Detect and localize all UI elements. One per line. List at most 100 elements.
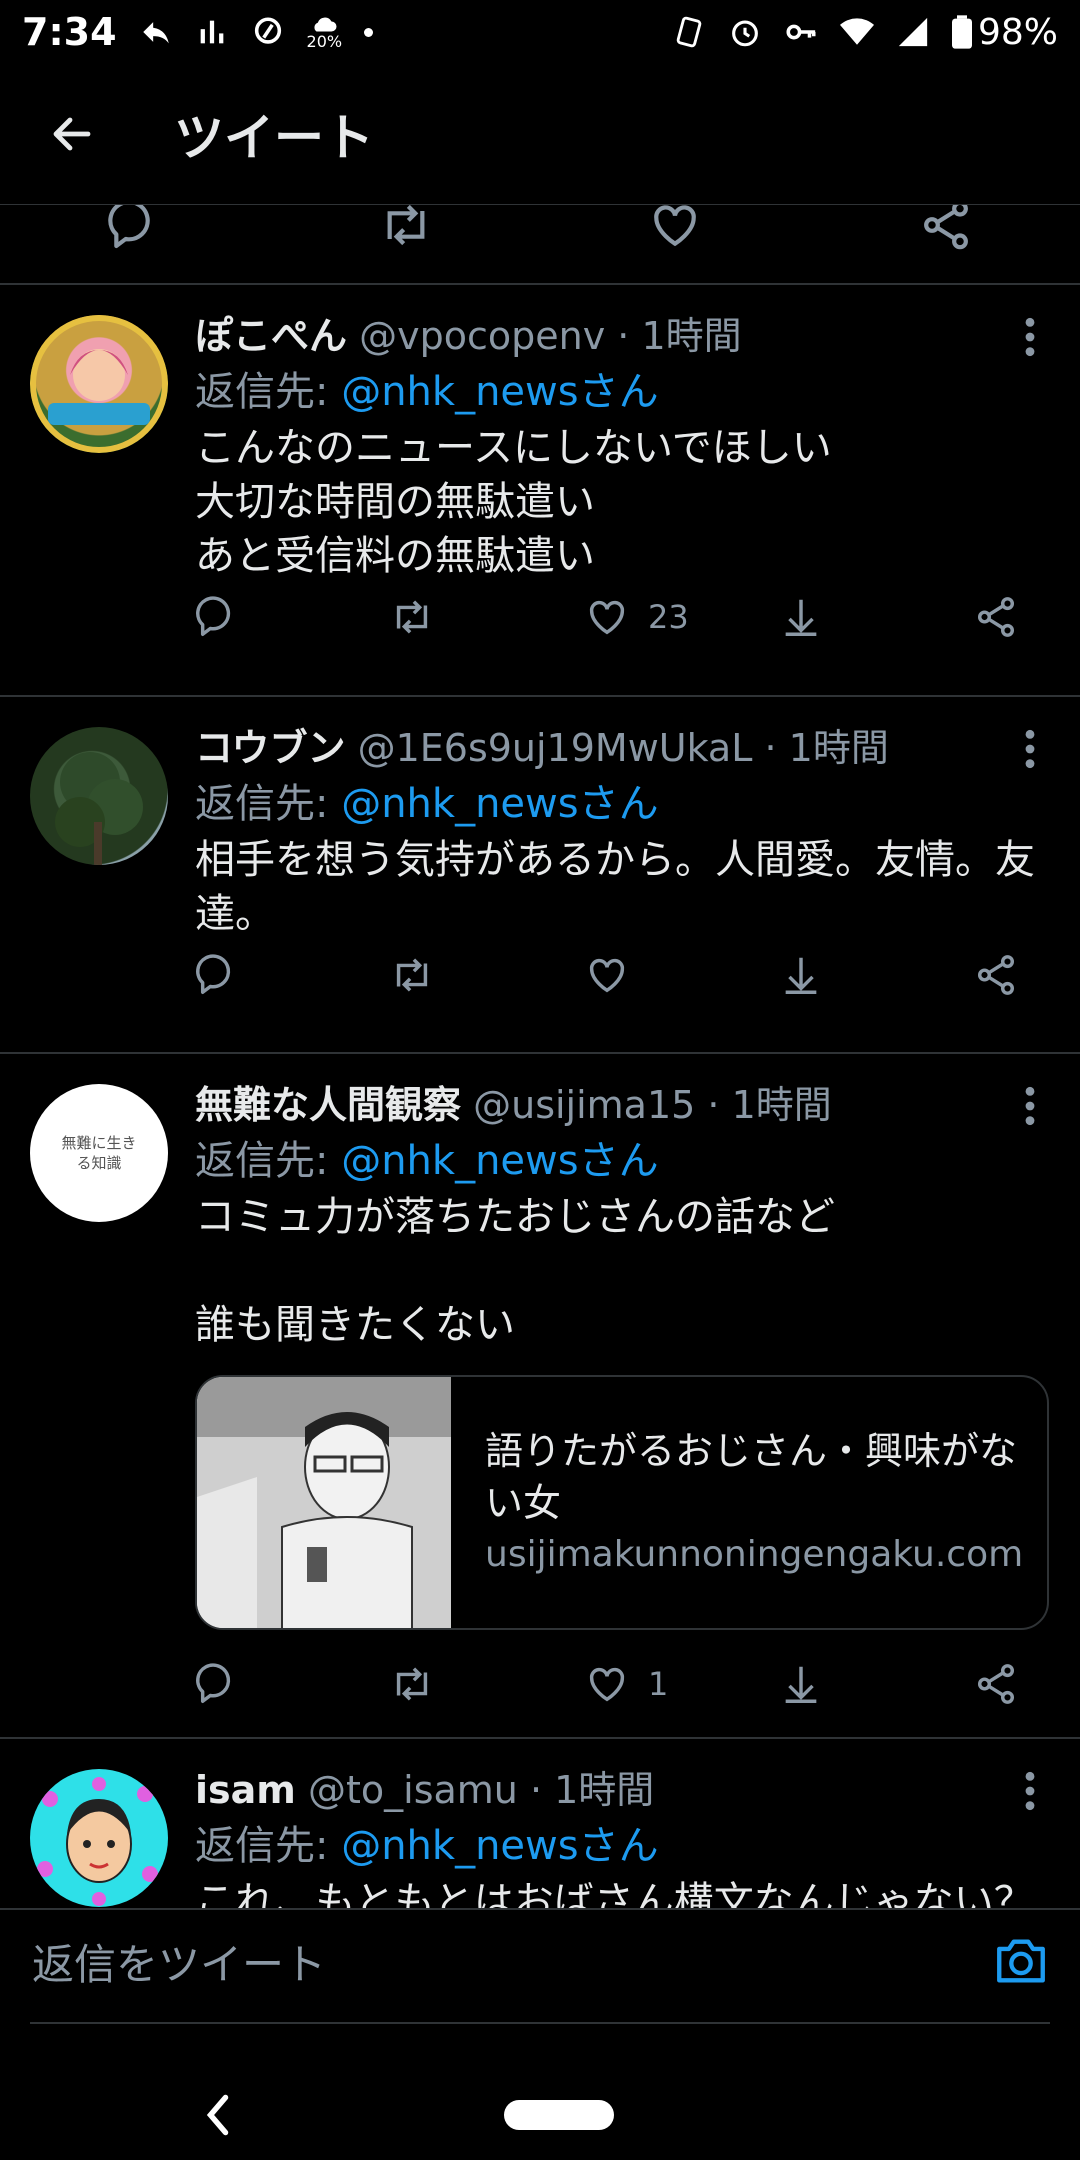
more-options-icon[interactable] (1012, 315, 1048, 359)
user-handle[interactable]: @usijima15 (473, 1083, 695, 1127)
tweet-item[interactable]: ぽこぺん @vpocopenv · 1時間 返信先: @nhk_newsさん こ… (0, 285, 1080, 697)
tweet-time[interactable]: 1時間 (554, 1768, 654, 1812)
home-pill[interactable] (504, 2100, 614, 2130)
retweet-button[interactable] (389, 945, 435, 1005)
down-arrow-icon (785, 599, 817, 636)
retweet-icon (396, 1667, 428, 1701)
share-icon (977, 1664, 1015, 1704)
separator-dot: · (752, 726, 789, 770)
link-card[interactable]: 語りたがるおじさん・興味がない女 usijimakunnoningengaku.… (195, 1375, 1049, 1630)
like-icon (589, 600, 625, 635)
user-handle[interactable]: @vpocopenv (359, 314, 605, 358)
share-icon[interactable] (918, 205, 974, 253)
like-button[interactable]: 1 (584, 1654, 668, 1714)
back-button[interactable] (32, 94, 112, 174)
top-bar: ツイート (0, 64, 1080, 205)
link-card-domain: usijimakunnoningengaku.com (485, 1534, 1024, 1575)
like-icon[interactable] (647, 205, 703, 253)
more-notifications-dot (364, 27, 374, 37)
reply-context: 返信先: @nhk_newsさん (195, 1819, 1050, 1873)
reply-context: 返信先: @nhk_newsさん (195, 1134, 1050, 1188)
downvote-button[interactable] (778, 945, 824, 1005)
down-arrow-icon (785, 957, 817, 994)
tweet-actions: 23 (195, 587, 1050, 647)
reply-prefix: 返信先: (195, 781, 342, 827)
reply-mention[interactable]: @nhk_newsさん (341, 781, 658, 827)
tweet-time[interactable]: 1時間 (789, 726, 889, 770)
tree-photo (55, 752, 143, 865)
arrow-left-icon (53, 117, 91, 151)
nfc-icon (676, 16, 702, 48)
reply-button[interactable] (195, 587, 241, 647)
manga-illustration (197, 1377, 451, 1628)
reply-context: 返信先: @nhk_newsさん (195, 365, 1050, 419)
more-options-icon[interactable] (1012, 1769, 1048, 1813)
like-icon (589, 958, 625, 993)
downvote-button[interactable] (778, 587, 824, 647)
tweet-text: コミュ力が落ちたおじさんの話など 誰も聞きたくない (195, 1194, 835, 1348)
reply-icon (196, 596, 231, 636)
tweet-text: 相手を想う気持があるから。人間愛。友情。友 達。 (195, 837, 1035, 937)
reply-button[interactable] (195, 945, 241, 1005)
display-name[interactable]: ぽこぺん (195, 314, 347, 358)
avatar[interactable]: 無難に生きる知識 (30, 1084, 168, 1222)
reply-mention[interactable]: @nhk_newsさん (341, 369, 658, 415)
more-options-icon[interactable] (1012, 1084, 1048, 1128)
tweet-actions (195, 945, 1050, 1005)
tweet-header: 無難な人間観察 @usijima15 · 1時間 (195, 1080, 1050, 1130)
retweet-button[interactable] (389, 1654, 435, 1714)
divider (0, 1908, 1080, 1910)
retweet-icon (396, 600, 428, 634)
down-arrow-icon (785, 1666, 817, 1703)
reply-prefix: 返信先: (195, 1823, 342, 1869)
share-button[interactable] (973, 587, 1019, 647)
tweet-time[interactable]: 1時間 (732, 1083, 832, 1127)
tweet-time[interactable]: 1時間 (641, 314, 741, 358)
tweet-header: コウブン @1E6s9uj19MwUkaL · 1時間 (195, 723, 1050, 773)
tweet-header: isam @to_isamu · 1時間 (195, 1765, 1050, 1815)
nav-back-icon[interactable] (200, 2090, 236, 2140)
like-icon (589, 1667, 625, 1702)
like-button[interactable] (584, 945, 648, 1005)
separator-dot: · (605, 314, 642, 358)
vpn-key-icon (786, 24, 816, 40)
user-handle[interactable]: @to_isamu (308, 1768, 518, 1812)
reply-mention[interactable]: @nhk_newsさん (341, 1823, 658, 1869)
display-name[interactable]: コウブン (195, 726, 345, 770)
reply-mention[interactable]: @nhk_newsさん (341, 1138, 658, 1184)
tweet-actions: 1 (195, 1654, 1050, 1714)
display-name[interactable]: isam (195, 1768, 296, 1812)
like-count: 1 (648, 1665, 669, 1703)
downvote-button[interactable] (778, 1654, 824, 1714)
reply-feed[interactable]: ぽこぺん @vpocopenv · 1時間 返信先: @nhk_newsさん こ… (0, 205, 1080, 1910)
avatar[interactable] (30, 1769, 168, 1907)
battery-percent: 98% (977, 11, 1058, 53)
tweet-item[interactable]: isam @to_isamu · 1時間 返信先: @nhk_newsさん これ… (0, 1739, 1080, 1910)
share-button[interactable] (973, 1654, 1019, 1714)
share-icon (977, 955, 1015, 995)
reply-input[interactable] (30, 1928, 914, 2000)
reply-icon[interactable] (107, 205, 163, 253)
avatar[interactable] (30, 315, 168, 453)
avatar[interactable] (30, 727, 168, 865)
retweet-icon (396, 958, 428, 992)
reply-composer (0, 1908, 1080, 2024)
retweet-button[interactable] (389, 587, 435, 647)
reply-icon (196, 1663, 231, 1703)
tweet-item[interactable]: コウブン @1E6s9uj19MwUkaL · 1時間 返信先: @nhk_ne… (0, 697, 1080, 1054)
link-card-image (197, 1377, 451, 1628)
camera-icon[interactable] (992, 1932, 1050, 1990)
share-button[interactable] (973, 945, 1019, 1005)
more-options-icon[interactable] (1012, 727, 1048, 771)
wifi-icon (839, 18, 874, 45)
reply-button[interactable] (195, 1654, 241, 1714)
like-button[interactable]: 23 (584, 587, 689, 647)
separator-dot: · (695, 1083, 732, 1127)
battery-icon (951, 15, 972, 49)
display-name[interactable]: 無難な人間観察 (195, 1083, 461, 1127)
retweet-icon[interactable] (378, 205, 434, 253)
link-card-title: 語りたがるおじさん・興味がない女 (485, 1429, 1018, 1525)
user-handle[interactable]: @1E6s9uj19MwUkaL (358, 726, 753, 770)
tweet-item[interactable]: 無難に生きる知識 無難な人間観察 @usijima15 · 1時間 返信先: @… (0, 1054, 1080, 1739)
avatar-illustration (37, 1777, 158, 1906)
